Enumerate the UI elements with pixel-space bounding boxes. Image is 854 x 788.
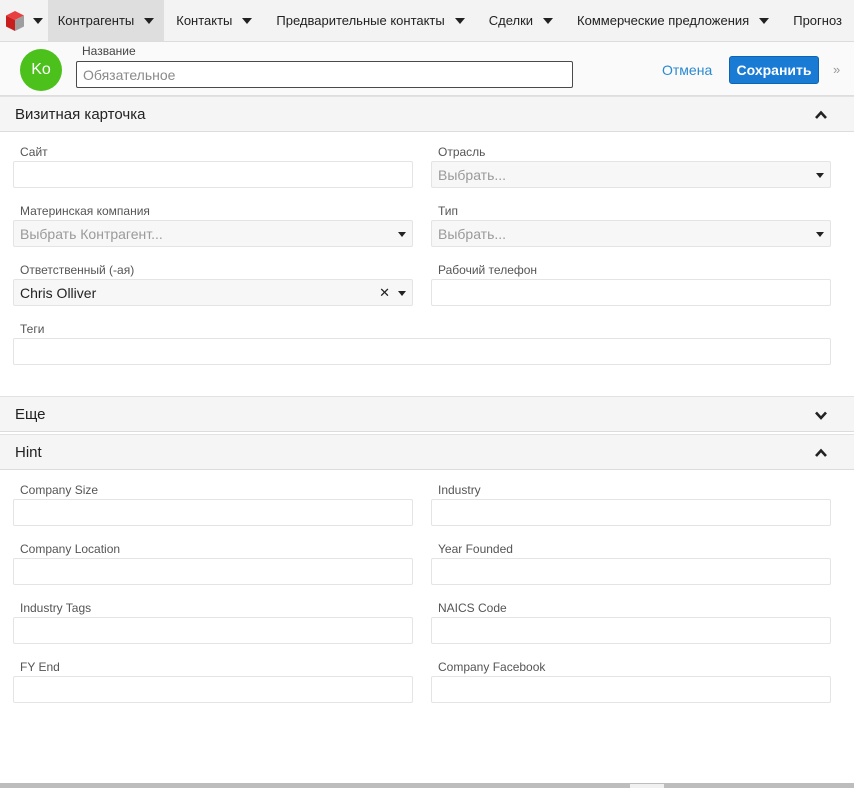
chevron-up-icon[interactable] — [814, 446, 828, 460]
chevron-down-icon[interactable] — [814, 408, 828, 422]
type-select[interactable]: Выбрать... — [431, 220, 831, 247]
nav-item-deals[interactable]: Сделки — [477, 0, 565, 41]
site-field[interactable] — [13, 161, 413, 188]
parent-company-label: Материнская компания — [20, 204, 150, 218]
section-title: Визитная карточка — [15, 106, 146, 123]
chevron-down-icon — [759, 17, 770, 24]
fy-end-field[interactable] — [13, 676, 413, 703]
top-navigation: Контрагенты Контакты Предварительные кон… — [0, 0, 854, 42]
company-size-label: Company Size — [20, 483, 99, 497]
nav-item-label: Коммерческие предложения — [577, 13, 750, 28]
chevron-down-icon — [816, 232, 824, 237]
cancel-button[interactable]: Отмена — [662, 62, 712, 78]
nav-item-leads[interactable]: Предварительные контакты — [264, 0, 476, 41]
section-title: Еще — [15, 406, 46, 423]
chevron-down-icon — [454, 17, 465, 24]
site-label: Сайт — [20, 145, 48, 159]
naics-code-field[interactable] — [431, 617, 831, 644]
chevron-down-icon — [398, 291, 406, 296]
nav-item-label: Контрагенты — [57, 13, 135, 28]
industry-tags-label: Industry Tags — [20, 601, 92, 615]
avatar: Ko — [20, 49, 62, 91]
parent-company-value: Выбрать Контрагент... — [20, 226, 163, 242]
year-founded-label: Year Founded — [438, 542, 513, 556]
logo-cube-icon — [5, 10, 24, 31]
nav-item-label: Прогноз — [793, 13, 842, 28]
chevron-down-icon — [144, 17, 155, 24]
nav-item-contacts[interactable]: Контакты — [164, 0, 264, 41]
industry-tags-field[interactable] — [13, 617, 413, 644]
hint-industry-field[interactable] — [431, 499, 831, 526]
year-founded-field[interactable] — [431, 558, 831, 585]
assigned-select[interactable]: Chris Olliver ✕ — [13, 279, 413, 306]
nav-item-quotes[interactable]: Коммерческие предложения — [565, 0, 781, 41]
chevron-up-icon[interactable] — [814, 108, 828, 122]
assigned-label: Ответственный (-ая) — [20, 263, 135, 277]
chevron-down-icon — [543, 17, 554, 24]
name-label: Название — [82, 44, 136, 58]
record-header: Ko Название Отмена Сохранить » — [0, 42, 854, 96]
company-facebook-label: Company Facebook — [438, 660, 546, 674]
section-header-more[interactable]: Еще — [0, 396, 854, 432]
horizontal-scrollbar[interactable] — [0, 783, 854, 788]
name-input[interactable] — [76, 61, 573, 88]
tags-label: Теги — [20, 322, 45, 336]
app-menu-button[interactable] — [0, 0, 48, 41]
clear-icon[interactable]: ✕ — [379, 285, 390, 301]
industry-select-value: Выбрать... — [438, 167, 507, 183]
section-header-hint[interactable]: Hint — [0, 434, 854, 470]
hint-industry-label: Industry — [438, 483, 481, 497]
fy-end-label: FY End — [20, 660, 60, 674]
tags-field[interactable] — [13, 338, 831, 365]
parent-company-select[interactable]: Выбрать Контрагент... — [13, 220, 413, 247]
company-facebook-field[interactable] — [431, 676, 831, 703]
nav-item-label: Предварительные контакты — [276, 13, 445, 28]
chevron-down-icon — [398, 232, 406, 237]
chevron-down-icon — [32, 17, 43, 24]
type-label: Тип — [438, 204, 459, 218]
company-location-label: Company Location — [20, 542, 121, 556]
naics-code-label: NAICS Code — [438, 601, 507, 615]
assigned-select-value: Chris Olliver — [20, 285, 97, 301]
chevron-down-icon — [816, 173, 824, 178]
save-button[interactable]: Сохранить — [729, 56, 819, 84]
nav-item-label: Контакты — [176, 13, 233, 28]
industry-label: Отрасль — [438, 145, 486, 159]
work-phone-field[interactable] — [431, 279, 831, 306]
section-header-business-card[interactable]: Визитная карточка — [0, 96, 854, 132]
type-select-value: Выбрать... — [438, 226, 507, 242]
company-size-field[interactable] — [13, 499, 413, 526]
company-location-field[interactable] — [13, 558, 413, 585]
scrollbar-thumb[interactable] — [630, 784, 664, 788]
nav-item-accounts[interactable]: Контрагенты — [47, 0, 165, 41]
section-title: Hint — [15, 444, 42, 461]
industry-select[interactable]: Выбрать... — [431, 161, 831, 188]
nav-item-label: Сделки — [488, 13, 534, 28]
nav-item-forecast[interactable]: Прогноз — [781, 0, 854, 41]
expand-panel-icon[interactable]: » — [833, 62, 840, 77]
chevron-down-icon — [242, 17, 253, 24]
work-phone-label: Рабочий телефон — [438, 263, 538, 277]
